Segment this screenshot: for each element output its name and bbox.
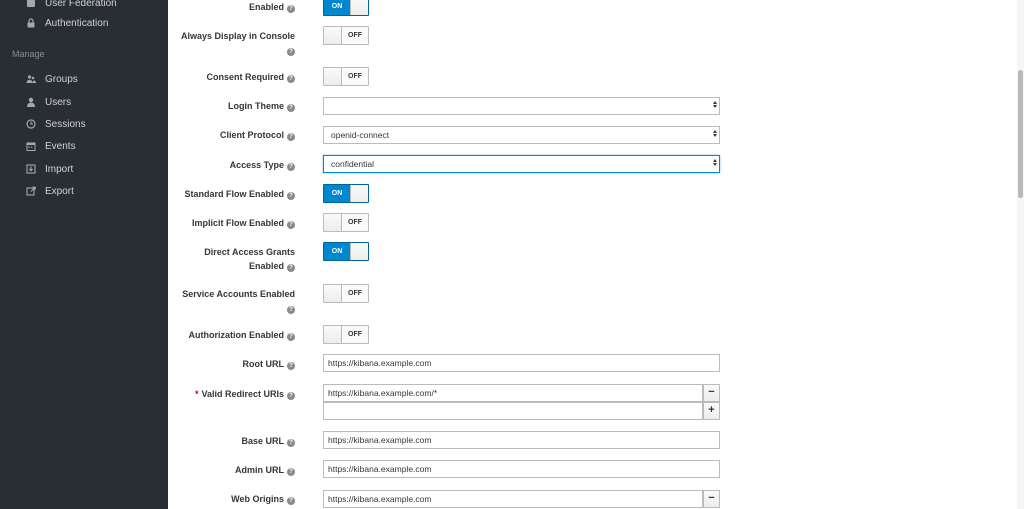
client-protocol-select[interactable]: openid-connect [323, 126, 720, 144]
help-icon[interactable]: ? [287, 333, 295, 341]
toggle-knob [324, 285, 342, 302]
sidebar-item-label: Groups [45, 73, 78, 85]
root-url-label: Root URL? [243, 357, 295, 371]
toggle-knob [324, 214, 342, 231]
help-icon[interactable]: ? [287, 5, 295, 13]
sidebar-item-label: Events [45, 140, 76, 152]
groups-icon [25, 73, 37, 85]
direct-access-toggle[interactable]: ON [323, 242, 369, 261]
consent-required-label: Consent Required? [206, 70, 295, 84]
sidebar-item-label: Sessions [45, 118, 86, 130]
login-theme-select[interactable] [323, 97, 720, 115]
help-icon[interactable]: ? [287, 48, 295, 56]
admin-url-input[interactable]: https://kibana.example.com [323, 460, 720, 478]
user-federation-icon [25, 0, 37, 9]
sidebar: User Federation Authentication Manage Gr… [0, 0, 168, 509]
new-redirect-input[interactable] [323, 402, 703, 420]
valid-redirect-label: * Valid Redirect URIs? [195, 387, 295, 401]
calendar-icon [25, 140, 37, 152]
standard-flow-toggle[interactable]: ON [323, 184, 369, 203]
required-marker: * [194, 389, 199, 399]
toggle-state: ON [324, 185, 350, 202]
sidebar-item-groups[interactable]: Groups [25, 70, 78, 88]
add-redirect-button[interactable]: + [703, 402, 720, 420]
help-icon[interactable]: ? [287, 75, 295, 83]
import-icon [25, 163, 37, 175]
sidebar-section-manage: Manage [12, 49, 45, 59]
toggle-knob [350, 185, 368, 202]
base-url-input[interactable]: https://kibana.example.com [323, 431, 720, 449]
toggle-knob [324, 326, 342, 343]
sidebar-item-label: Authentication [45, 17, 109, 29]
help-icon[interactable]: ? [287, 163, 295, 171]
always-display-toggle[interactable]: OFF [323, 26, 369, 45]
service-accounts-label: Service Accounts Enabled? [182, 289, 295, 314]
help-icon[interactable]: ? [287, 306, 295, 314]
user-icon [25, 96, 37, 108]
help-icon[interactable]: ? [287, 221, 295, 229]
service-accounts-toggle[interactable]: OFF [323, 284, 369, 303]
consent-required-toggle[interactable]: OFF [323, 67, 369, 86]
toggle-knob [324, 68, 342, 85]
toggle-knob [350, 0, 368, 15]
toggle-state: OFF [348, 290, 362, 297]
sidebar-item-sessions[interactable]: Sessions [25, 115, 86, 133]
clock-icon [25, 118, 37, 130]
remove-web-origin-button[interactable]: − [703, 490, 720, 508]
root-url-input[interactable]: https://kibana.example.com [323, 354, 720, 372]
toggle-knob [350, 243, 368, 260]
help-icon[interactable]: ? [287, 192, 295, 200]
help-icon[interactable]: ? [287, 104, 295, 112]
enabled-toggle[interactable]: ON [323, 0, 369, 16]
enabled-label: Enabled? [249, 0, 295, 14]
access-type-select[interactable]: confidential [323, 155, 720, 173]
direct-access-label: Direct Access Grants Enabled? [204, 247, 295, 272]
help-icon[interactable]: ? [287, 264, 295, 272]
toggle-state: OFF [348, 331, 362, 338]
login-theme-label: Login Theme? [228, 99, 295, 113]
toggle-state: OFF [348, 32, 362, 39]
sidebar-item-export[interactable]: Export [25, 182, 74, 200]
standard-flow-label: Standard Flow Enabled? [184, 187, 295, 201]
help-icon[interactable]: ? [287, 362, 295, 370]
help-icon[interactable]: ? [287, 133, 295, 141]
client-protocol-label: Client Protocol? [220, 128, 295, 142]
lock-icon [25, 17, 37, 29]
toggle-knob [324, 27, 342, 44]
remove-redirect-button[interactable]: − [703, 384, 720, 402]
sidebar-item-events[interactable]: Events [25, 137, 76, 155]
help-icon[interactable]: ? [287, 468, 295, 476]
help-icon[interactable]: ? [287, 497, 295, 505]
sidebar-item-label: Users [45, 96, 72, 108]
authorization-label: Authorization Enabled? [189, 328, 295, 342]
toggle-state: OFF [348, 73, 362, 80]
access-type-label: Access Type? [230, 158, 295, 172]
scrollbar-thumb[interactable] [1018, 70, 1023, 198]
toggle-state: ON [324, 0, 350, 15]
web-origins-input[interactable]: https://kibana.example.com [323, 490, 703, 508]
help-icon[interactable]: ? [287, 392, 295, 400]
toggle-state: OFF [348, 219, 362, 226]
web-origins-label: Web Origins? [231, 492, 295, 506]
sidebar-item-import[interactable]: Import [25, 160, 73, 178]
base-url-label: Base URL? [241, 434, 295, 448]
sidebar-item-label: Import [45, 163, 74, 175]
sidebar-item-user-federation[interactable]: User Federation [25, 0, 117, 12]
authorization-toggle[interactable]: OFF [323, 325, 369, 344]
help-icon[interactable]: ? [287, 439, 295, 447]
sidebar-item-label: User Federation [45, 0, 117, 9]
always-display-label: Always Display in Console? [180, 31, 295, 56]
toggle-state: ON [324, 243, 350, 260]
valid-redirect-input[interactable]: https://kibana.example.com/* [323, 384, 703, 402]
sidebar-item-users[interactable]: Users [25, 93, 71, 111]
implicit-flow-label: Implicit Flow Enabled? [192, 216, 295, 230]
sidebar-item-authentication[interactable]: Authentication [25, 14, 108, 32]
sidebar-item-label: Export [45, 185, 74, 197]
admin-url-label: Admin URL? [235, 463, 295, 477]
implicit-flow-toggle[interactable]: OFF [323, 213, 369, 232]
export-icon [25, 185, 37, 197]
